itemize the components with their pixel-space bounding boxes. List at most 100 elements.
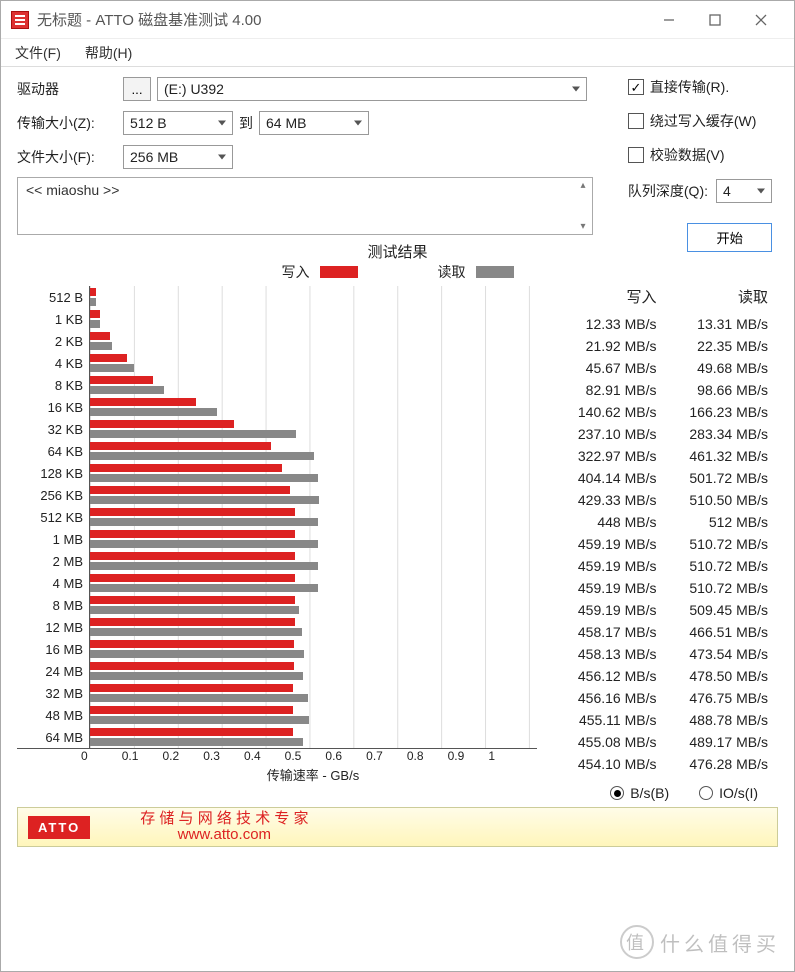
browse-button[interactable]: ... <box>123 77 151 101</box>
titlebar[interactable]: 无标题 - ATTO 磁盘基准测试 4.00 <box>1 1 794 39</box>
y-tick: 12 MB <box>17 616 89 638</box>
unit-selector: B/s(B) IO/s(I) <box>545 785 778 801</box>
bar-row <box>90 616 537 638</box>
y-axis-labels: 512 B1 KB2 KB4 KB8 KB16 KB32 KB64 KB128 … <box>17 286 89 748</box>
write-bar <box>90 706 293 714</box>
footer-banner: ATTO 存 储 与 网 络 技 术 专 家 www.atto.com <box>17 807 778 847</box>
bar-row <box>90 528 537 550</box>
unit-ios-radio[interactable]: IO/s(I) <box>699 785 758 801</box>
write-bar <box>90 508 295 516</box>
bar-row <box>90 440 537 462</box>
transfer-from-select[interactable]: 512 B <box>123 111 233 135</box>
y-tick: 128 KB <box>17 462 89 484</box>
maximize-button[interactable] <box>692 5 738 35</box>
description-box[interactable]: << miaoshu >> ▴▾ <box>17 177 593 235</box>
queue-depth-select[interactable]: 4 <box>716 179 772 203</box>
read-swatch <box>476 266 514 278</box>
y-tick: 16 MB <box>17 638 89 660</box>
y-tick: 1 MB <box>17 528 89 550</box>
y-tick: 64 MB <box>17 726 89 748</box>
table-row: 454.10 MB/s476.28 MB/s <box>545 753 778 775</box>
app-icon <box>11 11 29 29</box>
write-bar <box>90 464 282 472</box>
table-row: 458.17 MB/s466.51 MB/s <box>545 621 778 643</box>
filesize-select[interactable]: 256 MB <box>123 145 233 169</box>
transfer-to-select[interactable]: 64 MB <box>259 111 369 135</box>
read-bar <box>90 562 318 570</box>
write-bar <box>90 530 295 538</box>
x-tick: 0 <box>81 749 122 763</box>
queue-label: 队列深度(Q): <box>628 181 708 201</box>
x-tick: 0.1 <box>122 749 163 763</box>
read-bar <box>90 540 318 548</box>
watermark-icon: 值 <box>620 925 654 959</box>
table-row: 21.92 MB/s22.35 MB/s <box>545 335 778 357</box>
scroll-up-icon[interactable]: ▴ <box>574 180 592 191</box>
radio-icon <box>699 786 713 800</box>
transfer-label: 传输大小(Z): <box>17 113 117 133</box>
col-write: 写入 <box>545 286 657 307</box>
menubar: 文件(F) 帮助(H) <box>1 39 794 67</box>
menu-file[interactable]: 文件(F) <box>9 41 67 65</box>
scroll-down-icon[interactable]: ▾ <box>574 221 592 232</box>
x-tick: 0.2 <box>162 749 203 763</box>
x-tick: 0.3 <box>203 749 244 763</box>
y-tick: 2 KB <box>17 330 89 352</box>
content: 驱动器 ... (E:) U392 传输大小(Z): 512 B 到 64 MB… <box>1 67 794 971</box>
x-axis-label: 传输速率 - GB/s <box>89 765 537 784</box>
write-bar <box>90 288 96 296</box>
close-button[interactable] <box>738 5 784 35</box>
write-bar <box>90 442 271 450</box>
bar-row <box>90 484 537 506</box>
table-row: 459.19 MB/s510.72 MB/s <box>545 533 778 555</box>
table-row: 237.10 MB/s283.34 MB/s <box>545 423 778 445</box>
start-button[interactable]: 开始 <box>687 223 772 252</box>
bar-row <box>90 726 537 748</box>
table-row: 45.67 MB/s49.68 MB/s <box>545 357 778 379</box>
x-tick: 0.8 <box>407 749 448 763</box>
table-row: 12.33 MB/s13.31 MB/s <box>545 313 778 335</box>
option-panel: 直接传输(R). 绕过写入缓存(W) 校验数据(V) 队列深度(Q): 4 开始 <box>628 77 772 252</box>
write-bar <box>90 684 293 692</box>
watermark: 值 什么值得买 <box>620 925 780 959</box>
checkbox-icon <box>628 79 644 95</box>
bar-row <box>90 462 537 484</box>
write-bar <box>90 618 295 626</box>
radio-icon <box>610 786 624 800</box>
to-label: 到 <box>239 113 253 133</box>
read-bar <box>90 628 302 636</box>
y-tick: 2 MB <box>17 550 89 572</box>
bypass-cache-checkbox[interactable]: 绕过写入缓存(W) <box>628 111 757 131</box>
direct-io-checkbox[interactable]: 直接传输(R). <box>628 77 729 97</box>
menu-help[interactable]: 帮助(H) <box>79 41 138 65</box>
read-bar <box>90 496 319 504</box>
bar-row <box>90 396 537 418</box>
verify-checkbox[interactable]: 校验数据(V) <box>628 145 725 165</box>
write-bar <box>90 552 295 560</box>
bar-row <box>90 550 537 572</box>
checkbox-icon <box>628 113 644 129</box>
app-window: 无标题 - ATTO 磁盘基准测试 4.00 文件(F) 帮助(H) 驱动器 .… <box>0 0 795 972</box>
minimize-button[interactable] <box>646 5 692 35</box>
bar-row <box>90 352 537 374</box>
unit-bs-radio[interactable]: B/s(B) <box>610 785 669 801</box>
table-row: 82.91 MB/s98.66 MB/s <box>545 379 778 401</box>
scrollbar[interactable]: ▴▾ <box>574 178 592 234</box>
read-bar <box>90 364 134 372</box>
y-tick: 32 KB <box>17 418 89 440</box>
chart: 512 B1 KB2 KB4 KB8 KB16 KB32 KB64 KB128 … <box>17 286 537 784</box>
drive-select[interactable]: (E:) U392 <box>157 77 587 101</box>
read-bar <box>90 606 299 614</box>
x-tick: 1 <box>488 749 529 763</box>
table-row: 404.14 MB/s501.72 MB/s <box>545 467 778 489</box>
y-tick: 64 KB <box>17 440 89 462</box>
bar-row <box>90 308 537 330</box>
y-tick: 8 KB <box>17 374 89 396</box>
x-tick: 0.9 <box>448 749 489 763</box>
drive-label: 驱动器 <box>17 79 117 99</box>
write-bar <box>90 574 295 582</box>
checkbox-icon <box>628 147 644 163</box>
table-row: 459.19 MB/s509.45 MB/s <box>545 599 778 621</box>
y-tick: 512 B <box>17 286 89 308</box>
table-row: 456.16 MB/s476.75 MB/s <box>545 687 778 709</box>
